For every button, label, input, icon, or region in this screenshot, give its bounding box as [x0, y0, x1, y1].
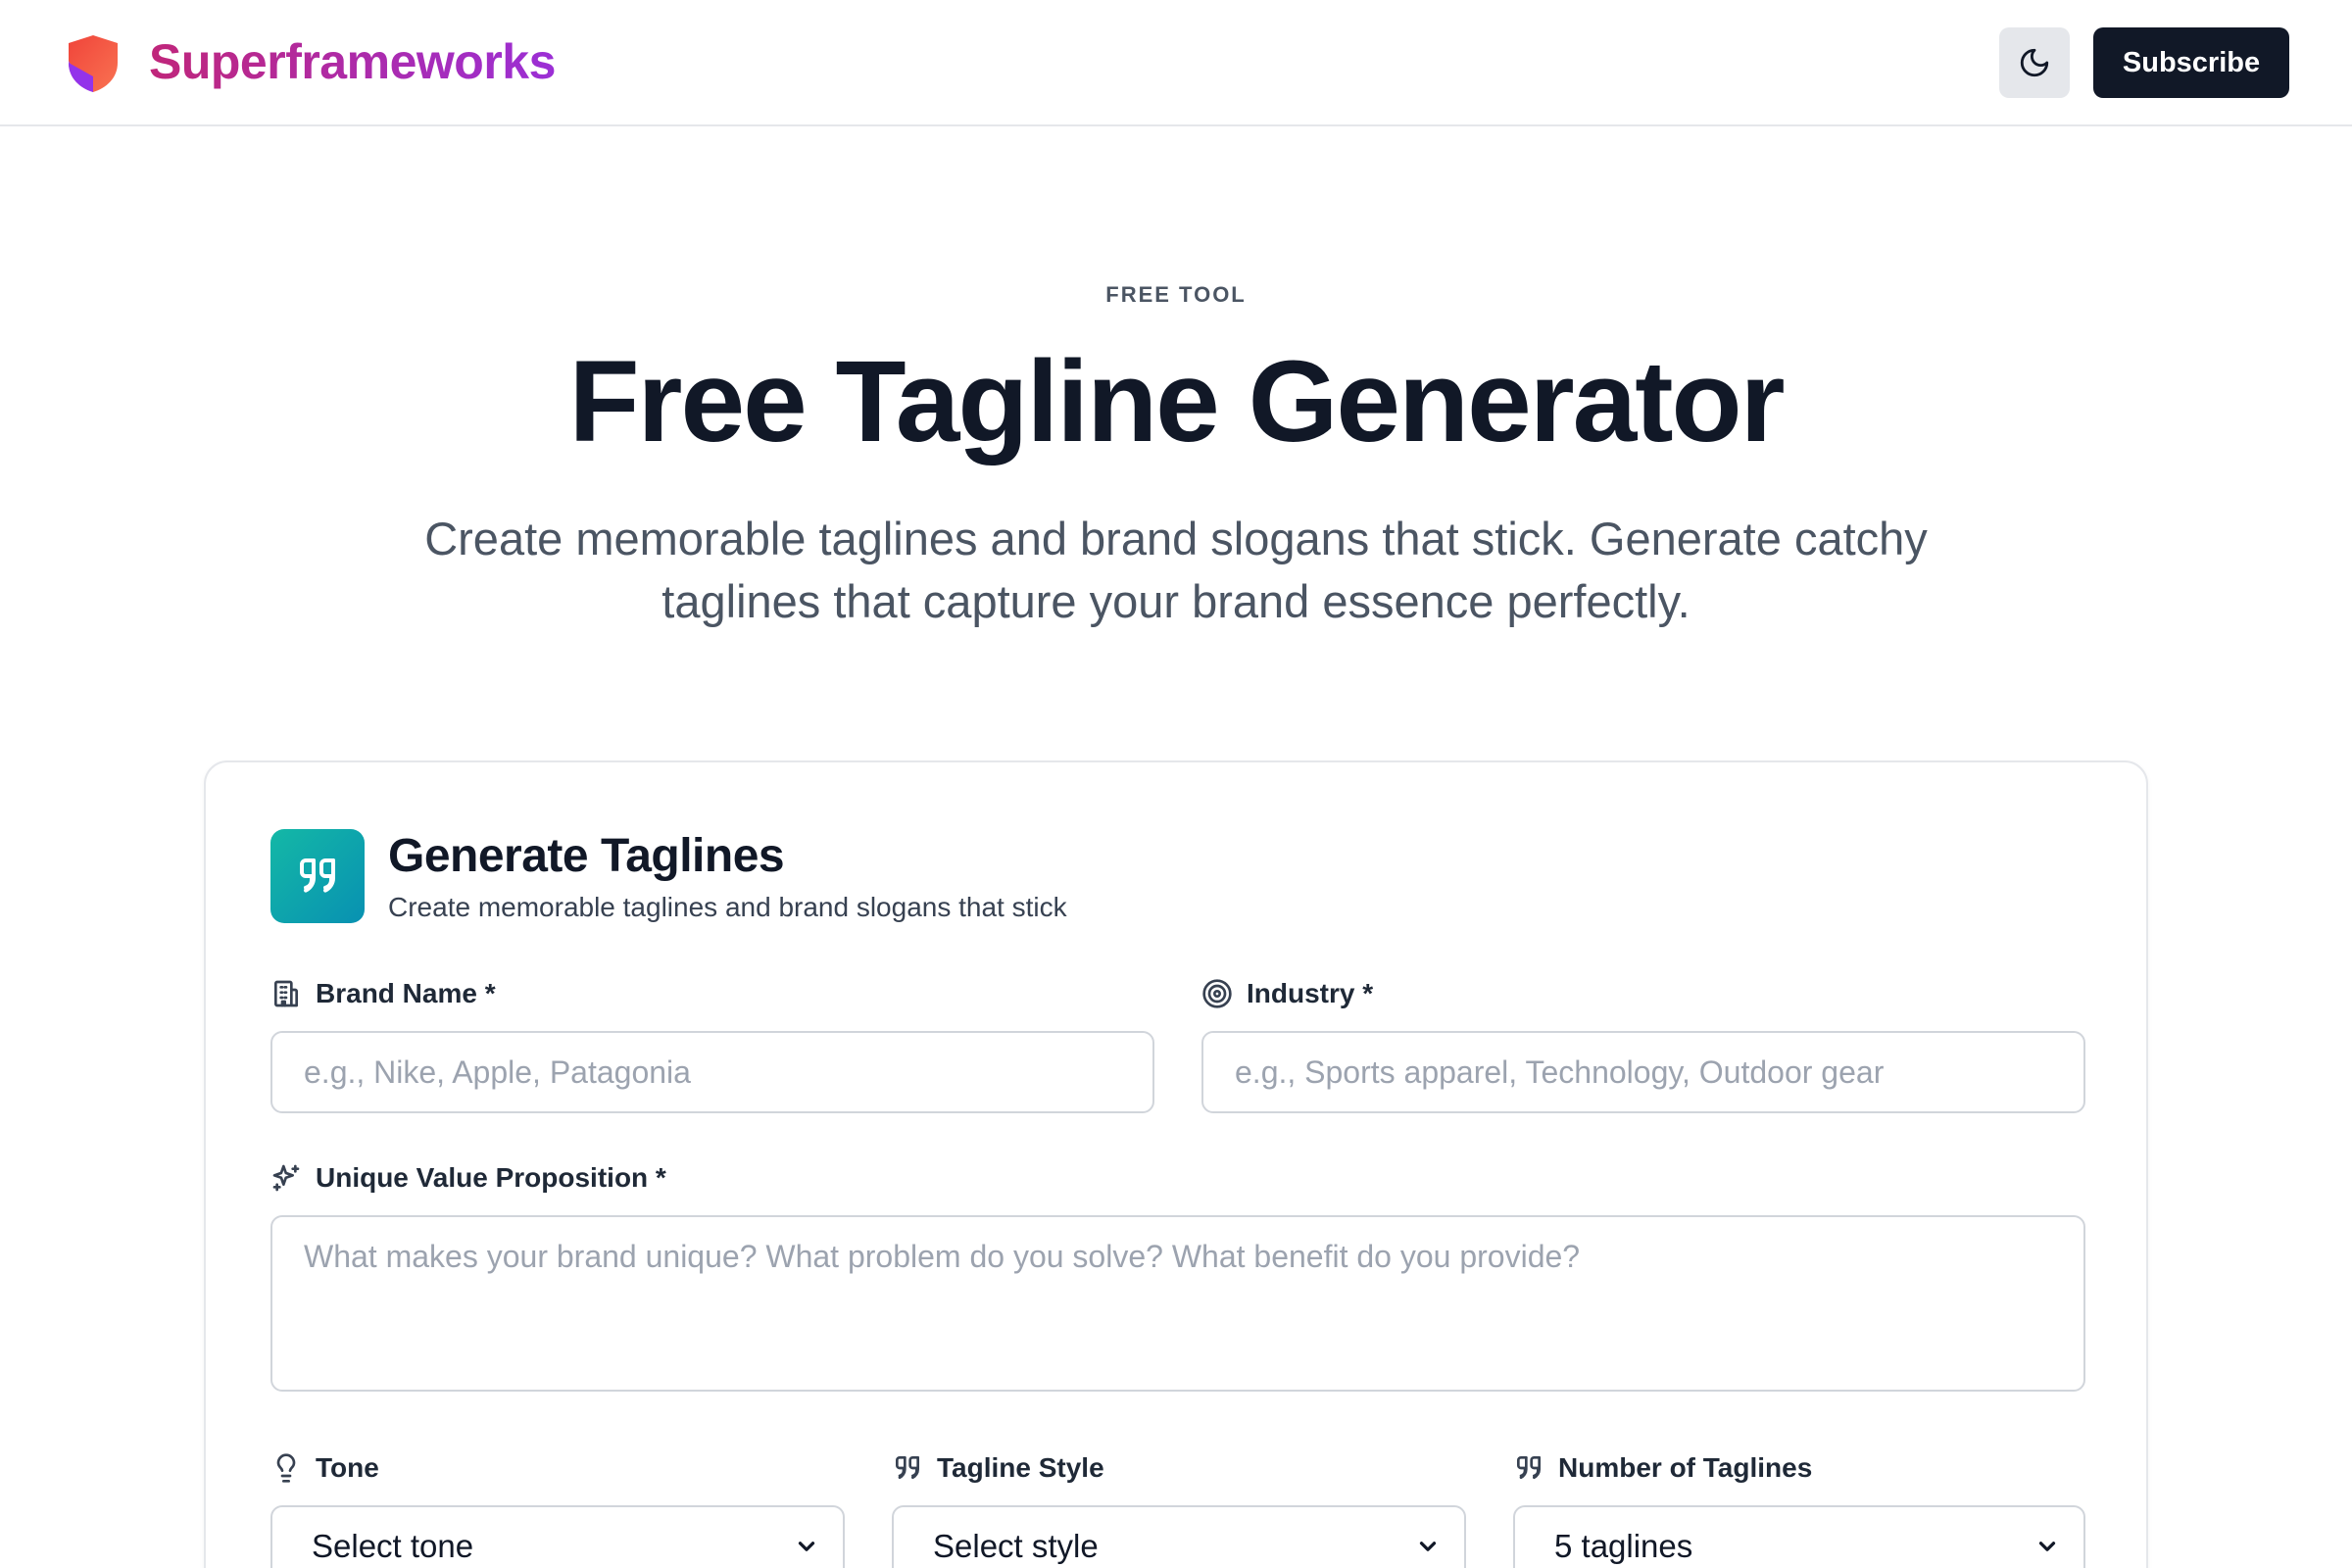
theme-toggle-button[interactable]	[1999, 27, 2070, 98]
tone-label: Tone	[270, 1450, 379, 1486]
quote-icon	[1517, 1456, 1541, 1480]
style-label-text: Tagline Style	[937, 1452, 1104, 1483]
industry-input[interactable]	[1201, 1031, 2085, 1113]
uvp-label: Unique Value Proposition *	[270, 1160, 666, 1196]
lightbulb-icon	[276, 1453, 296, 1483]
page-title: Free Tagline Generator	[568, 337, 1785, 466]
hero-eyebrow: FREE TOOL	[1105, 282, 1247, 307]
quote-icon	[300, 858, 335, 893]
card-title: Generate Taglines	[388, 830, 785, 882]
quote-icon	[896, 1456, 919, 1480]
shield-icon[interactable]	[65, 33, 122, 94]
sparkles-icon	[272, 1164, 300, 1192]
industry-label: Industry *	[1201, 976, 1373, 1011]
card-subtitle: Create memorable taglines and brand slog…	[388, 892, 1067, 922]
card-icon-tile	[270, 829, 365, 923]
brand-name[interactable]: Superframeworks	[149, 31, 556, 92]
uvp-textarea[interactable]	[270, 1215, 2085, 1392]
style-select[interactable]: Select style	[892, 1505, 1466, 1568]
building-icon	[274, 980, 298, 1007]
style-select-value: Select style	[933, 1528, 1099, 1564]
tone-label-text: Tone	[316, 1452, 379, 1483]
tone-select[interactable]: Select tone	[270, 1505, 845, 1568]
count-label: Number of Taglines	[1513, 1450, 1812, 1486]
chevron-down-icon	[2038, 1542, 2056, 1551]
brand-name-label-text: Brand Name *	[316, 978, 496, 1008]
count-select-value: 5 taglines	[1554, 1528, 1693, 1564]
uvp-label-text: Unique Value Proposition *	[316, 1162, 666, 1193]
style-label: Tagline Style	[892, 1450, 1104, 1486]
hero-subtitle: Create memorable taglines and brand slog…	[424, 513, 1928, 627]
chevron-down-icon	[1419, 1542, 1437, 1551]
count-select[interactable]: 5 taglines	[1513, 1505, 2085, 1568]
industry-label-text: Industry *	[1247, 978, 1374, 1008]
moon-icon	[2020, 48, 2049, 77]
generator-card: Generate Taglines Create memorable tagli…	[204, 760, 2148, 1568]
chevron-down-icon	[798, 1542, 815, 1551]
subscribe-button[interactable]: Subscribe	[2093, 27, 2289, 98]
target-icon	[1202, 979, 1232, 1008]
brand-name-input[interactable]	[270, 1031, 1154, 1113]
tone-select-value: Select tone	[312, 1528, 474, 1564]
site-header: Superframeworks Subscribe	[0, 0, 2352, 126]
count-label-text: Number of Taglines	[1558, 1452, 1813, 1483]
brand-name-label: Brand Name *	[270, 976, 496, 1011]
